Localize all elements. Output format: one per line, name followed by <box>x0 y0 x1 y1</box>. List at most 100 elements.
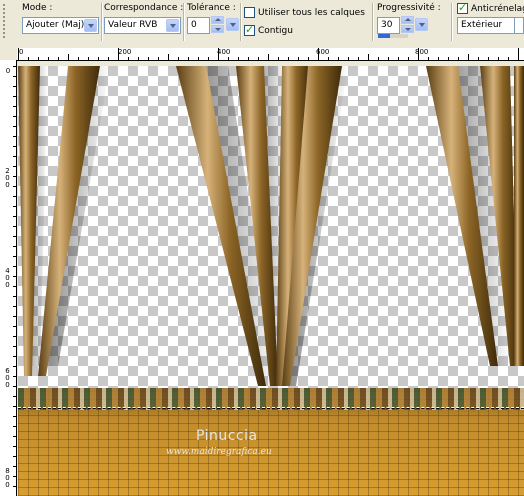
ruler-label: 600 <box>5 367 10 389</box>
antialias-label: Anticrénelage <box>471 4 524 14</box>
tolerance-input[interactable]: 0 <box>187 17 210 34</box>
ruler-tick <box>13 486 16 487</box>
separator <box>101 3 103 41</box>
ruler-tick <box>13 236 16 237</box>
ruler-tick <box>13 126 16 127</box>
ruler-tick <box>168 54 169 60</box>
ruler-tick <box>48 57 49 60</box>
ruler-tick <box>13 326 16 327</box>
ruler-tick <box>13 316 16 317</box>
ruler-tick <box>128 57 129 60</box>
ruler-tick <box>13 196 16 197</box>
ruler-tick <box>388 57 389 60</box>
mode-value: Ajouter (Maj) <box>26 20 84 30</box>
ruler-label: 0 <box>19 48 24 56</box>
ruler-tick <box>13 206 16 207</box>
ruler-tick <box>13 66 16 67</box>
ruler-tick <box>28 57 29 60</box>
ruler-tick <box>13 76 16 77</box>
ruler-tick <box>13 136 16 137</box>
ruler-tick <box>13 146 16 147</box>
ruler-tick <box>238 57 239 60</box>
antialias-value: Extérieur <box>461 20 503 30</box>
tool-options-toolbar: Mode : Ajouter (Maj) Correspondance : Va… <box>0 0 524 44</box>
spin-up-icon[interactable] <box>401 16 414 24</box>
match-value: Valeur RVB <box>108 20 158 30</box>
ruler-label: 200 <box>118 48 132 56</box>
ruler-label: 400 <box>5 267 10 289</box>
use-all-layers-checkbox[interactable] <box>244 7 255 18</box>
ruler-tick <box>498 57 499 60</box>
spin-down-icon[interactable] <box>211 25 224 33</box>
ruler-tick <box>378 57 379 60</box>
spin-down-icon[interactable] <box>401 25 414 33</box>
ruler-tick <box>208 57 209 60</box>
ruler-tick <box>158 57 159 60</box>
ruler-label: 200 <box>5 167 10 189</box>
feather-label: Progressivité : <box>377 3 441 13</box>
chevron-down-icon[interactable] <box>166 19 179 32</box>
feather-input[interactable]: 30 <box>377 17 400 34</box>
ruler-tick <box>268 54 269 60</box>
separator <box>240 3 242 41</box>
ruler-tick <box>13 176 16 177</box>
ruler-tick <box>13 386 16 387</box>
ruler-tick <box>68 54 69 60</box>
ruler-tick <box>13 226 16 227</box>
watermark-site: www.maidiregrafica.eu <box>166 447 272 457</box>
ruler-tick <box>428 57 429 60</box>
ruler-tick <box>13 356 16 357</box>
ruler-tick <box>148 57 149 60</box>
watermark-name: Pinuccia <box>196 428 258 444</box>
feather-slider-fill[interactable] <box>378 34 390 38</box>
ruler-label: 800 <box>415 48 429 56</box>
ruler-tick <box>358 57 359 60</box>
ruler-tick <box>178 57 179 60</box>
chevron-down-icon[interactable] <box>415 18 428 31</box>
ruler-tick <box>78 57 79 60</box>
ruler-tick <box>248 57 249 60</box>
feather-spinner[interactable] <box>401 16 415 34</box>
spin-up-icon[interactable] <box>211 16 224 24</box>
toolbar-scroll-right[interactable] <box>514 17 524 34</box>
ruler-tick <box>278 57 279 60</box>
ruler-tick <box>398 57 399 60</box>
match-dropdown[interactable]: Valeur RVB <box>104 17 181 34</box>
tolerance-spinner[interactable] <box>211 16 225 34</box>
image-canvas[interactable]: Pinuccia www.maidiregrafica.eu <box>18 66 524 496</box>
chevron-down-icon[interactable] <box>226 18 239 31</box>
ruler-tick <box>13 456 16 457</box>
mode-dropdown[interactable]: Ajouter (Maj) <box>22 17 99 34</box>
ruler-tick <box>13 166 16 167</box>
ruler-tick <box>13 306 16 307</box>
ruler-tick <box>418 48 419 60</box>
contiguous-checkbox[interactable] <box>244 23 255 36</box>
ruler-tick <box>38 57 39 60</box>
match-label: Correspondance : <box>104 3 184 13</box>
beam <box>38 66 100 376</box>
ruler-tick <box>13 156 16 157</box>
toolbar-grip[interactable] <box>2 3 6 39</box>
ruler-tick <box>478 57 479 60</box>
feather-value: 30 <box>381 20 393 30</box>
ruler-tick <box>13 116 16 117</box>
ruler-tick <box>58 57 59 60</box>
ruler-tick <box>468 54 469 60</box>
ruler-tick <box>298 57 299 60</box>
ruler-tick <box>448 57 449 60</box>
ruler-tick <box>218 48 219 60</box>
ruler-tick <box>518 48 519 60</box>
ruler-tick <box>258 57 259 60</box>
ruler-tick <box>13 246 16 247</box>
antialias-checkbox[interactable] <box>457 1 468 14</box>
ruler-tick <box>438 57 439 60</box>
ruler-tick <box>13 266 16 267</box>
chevron-down-icon[interactable] <box>84 19 97 32</box>
ruler-tick <box>348 57 349 60</box>
ruler-tick <box>13 406 16 407</box>
ruler-tick <box>88 57 89 60</box>
separator <box>372 3 374 41</box>
ruler-tick <box>18 48 19 60</box>
ruler-label: 0 <box>5 67 11 75</box>
ruler-tick <box>308 57 309 60</box>
